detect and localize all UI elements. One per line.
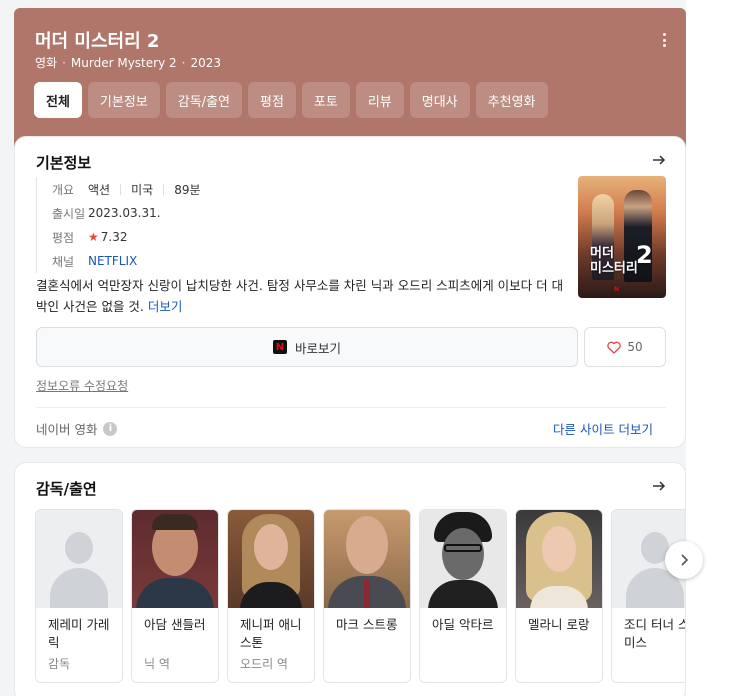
like-count: 50 bbox=[627, 340, 643, 354]
release-value: 2023.03.31. bbox=[88, 206, 161, 220]
tab-quotes[interactable]: 명대사 bbox=[409, 82, 470, 118]
cast-name: 제레미 가레릭 bbox=[48, 617, 110, 650]
cast-item[interactable]: 조디 터너 스미스 bbox=[611, 509, 685, 683]
page-gutter bbox=[686, 0, 730, 696]
movie-subtitle: 영화 · Murder Mystery 2 · 2023 bbox=[35, 56, 222, 70]
cast-list: 제레미 가레릭 감독 아담 샌들러 닉 역 제니퍼 애니스톤 오드리 역 마크 … bbox=[35, 509, 685, 684]
synopsis-text: 결혼식에서 억만장자 신랑이 납치당한 사건. 탐정 사무소를 차린 닉과 오드… bbox=[36, 278, 564, 314]
tab-rating[interactable]: 평점 bbox=[248, 82, 296, 118]
cast-photo bbox=[516, 510, 602, 608]
cast-next-button[interactable] bbox=[665, 541, 703, 579]
country-value: 미국 bbox=[131, 182, 154, 197]
rating-value: 7.32 bbox=[100, 230, 128, 244]
star-icon: ★ bbox=[88, 230, 99, 244]
cast-item[interactable]: 멜라니 로랑 bbox=[515, 509, 603, 683]
cast-item[interactable]: 아담 샌들러 닉 역 bbox=[131, 509, 219, 683]
cast-title[interactable]: 감독/출연 bbox=[36, 478, 97, 499]
tab-bar: 전체 기본정보 감독/출연 평점 포토 리뷰 명대사 추천영화 bbox=[34, 82, 548, 118]
more-vertical-icon[interactable] bbox=[658, 30, 670, 50]
watch-button[interactable]: N 바로보기 bbox=[36, 327, 578, 367]
cast-item[interactable]: 제니퍼 애니스톤 오드리 역 bbox=[227, 509, 315, 683]
cast-card: 감독/출연 제레미 가레릭 감독 아담 샌들러 닉 역 제니퍼 애니스톤 오드리… bbox=[14, 462, 703, 696]
chevron-right-icon bbox=[681, 554, 689, 566]
cast-name: 아담 샌들러 bbox=[144, 617, 206, 632]
info-row-overview: 개요 액션 미국 89분 bbox=[52, 177, 201, 201]
movie-poster[interactable]: 머더 미스터리 2 N bbox=[578, 176, 666, 298]
cast-photo-placeholder bbox=[36, 510, 122, 608]
cast-photo bbox=[132, 510, 218, 608]
basic-info-card: 기본정보 개요 액션 미국 89분 출시일 2023.03.31. 평점 ★ 7… bbox=[14, 136, 686, 448]
cast-item[interactable]: 제레미 가레릭 감독 bbox=[35, 509, 123, 683]
release-label: 출시일 bbox=[52, 206, 86, 221]
tab-recommended[interactable]: 추천영화 bbox=[475, 82, 548, 118]
cast-role: 닉 역 bbox=[144, 657, 170, 671]
cast-role: 감독 bbox=[48, 657, 71, 671]
movie-year: 2023 bbox=[190, 56, 222, 70]
cast-name: 조디 터너 스미스 bbox=[624, 617, 685, 650]
arrow-right-icon[interactable] bbox=[651, 152, 667, 168]
channel-link[interactable]: NETFLIX bbox=[88, 254, 137, 268]
more-sites-link[interactable]: 다른 사이트 더보기 bbox=[553, 419, 653, 438]
channel-label: 채널 bbox=[52, 254, 75, 269]
source-label: 네이버 영화 bbox=[36, 422, 98, 437]
tab-cast[interactable]: 감독/출연 bbox=[165, 82, 242, 118]
overview-label: 개요 bbox=[52, 182, 75, 197]
cast-photo bbox=[228, 510, 314, 608]
rating-label: 평점 bbox=[52, 230, 75, 245]
movie-title: 머더 미스터리 2 bbox=[35, 31, 160, 52]
tab-photo[interactable]: 포토 bbox=[301, 82, 350, 118]
tab-review[interactable]: 리뷰 bbox=[355, 82, 404, 118]
heart-icon bbox=[607, 341, 622, 354]
cast-role: 오드리 역 bbox=[240, 657, 288, 671]
cast-item[interactable]: 마크 스트롱 bbox=[323, 509, 411, 683]
report-error-link[interactable]: 정보오류 수정요청 bbox=[36, 377, 128, 394]
cast-item[interactable]: 아딜 악타르 bbox=[419, 509, 507, 683]
cast-name: 멜라니 로랑 bbox=[528, 617, 590, 632]
divider bbox=[36, 407, 666, 408]
info-row-rating: 평점 ★ 7.32 bbox=[52, 225, 201, 249]
movie-category: 영화 bbox=[35, 56, 58, 70]
watch-label: 바로보기 bbox=[294, 340, 341, 356]
like-button[interactable]: 50 bbox=[584, 327, 666, 367]
cast-name: 아딜 악타르 bbox=[432, 617, 494, 632]
cast-photo bbox=[420, 510, 506, 608]
info-row-release: 출시일 2023.03.31. bbox=[52, 201, 201, 225]
info-row-channel: 채널 NETFLIX bbox=[52, 249, 201, 273]
cast-photo bbox=[324, 510, 410, 608]
synopsis: 결혼식에서 억만장자 신랑이 납치당한 사건. 탐정 사무소를 차린 닉과 오드… bbox=[36, 275, 566, 317]
arrow-right-icon[interactable] bbox=[651, 478, 667, 494]
basic-info-title[interactable]: 기본정보 bbox=[36, 152, 91, 173]
cast-name: 마크 스트롱 bbox=[336, 617, 398, 632]
tab-all[interactable]: 전체 bbox=[34, 82, 82, 118]
info-list: 개요 액션 미국 89분 출시일 2023.03.31. 평점 ★ 7.32 채… bbox=[36, 177, 201, 273]
cast-name: 제니퍼 애니스톤 bbox=[240, 617, 302, 650]
synopsis-more-link[interactable]: 더보기 bbox=[148, 299, 183, 314]
source-row: 네이버 영화 i bbox=[36, 419, 118, 438]
genre-value: 액션 bbox=[88, 182, 111, 197]
tab-basic-info[interactable]: 기본정보 bbox=[87, 82, 160, 118]
runtime-value: 89분 bbox=[174, 182, 201, 197]
movie-original-title: Murder Mystery 2 bbox=[70, 56, 177, 70]
netflix-icon: N bbox=[272, 340, 287, 354]
info-icon[interactable]: i bbox=[103, 421, 118, 436]
